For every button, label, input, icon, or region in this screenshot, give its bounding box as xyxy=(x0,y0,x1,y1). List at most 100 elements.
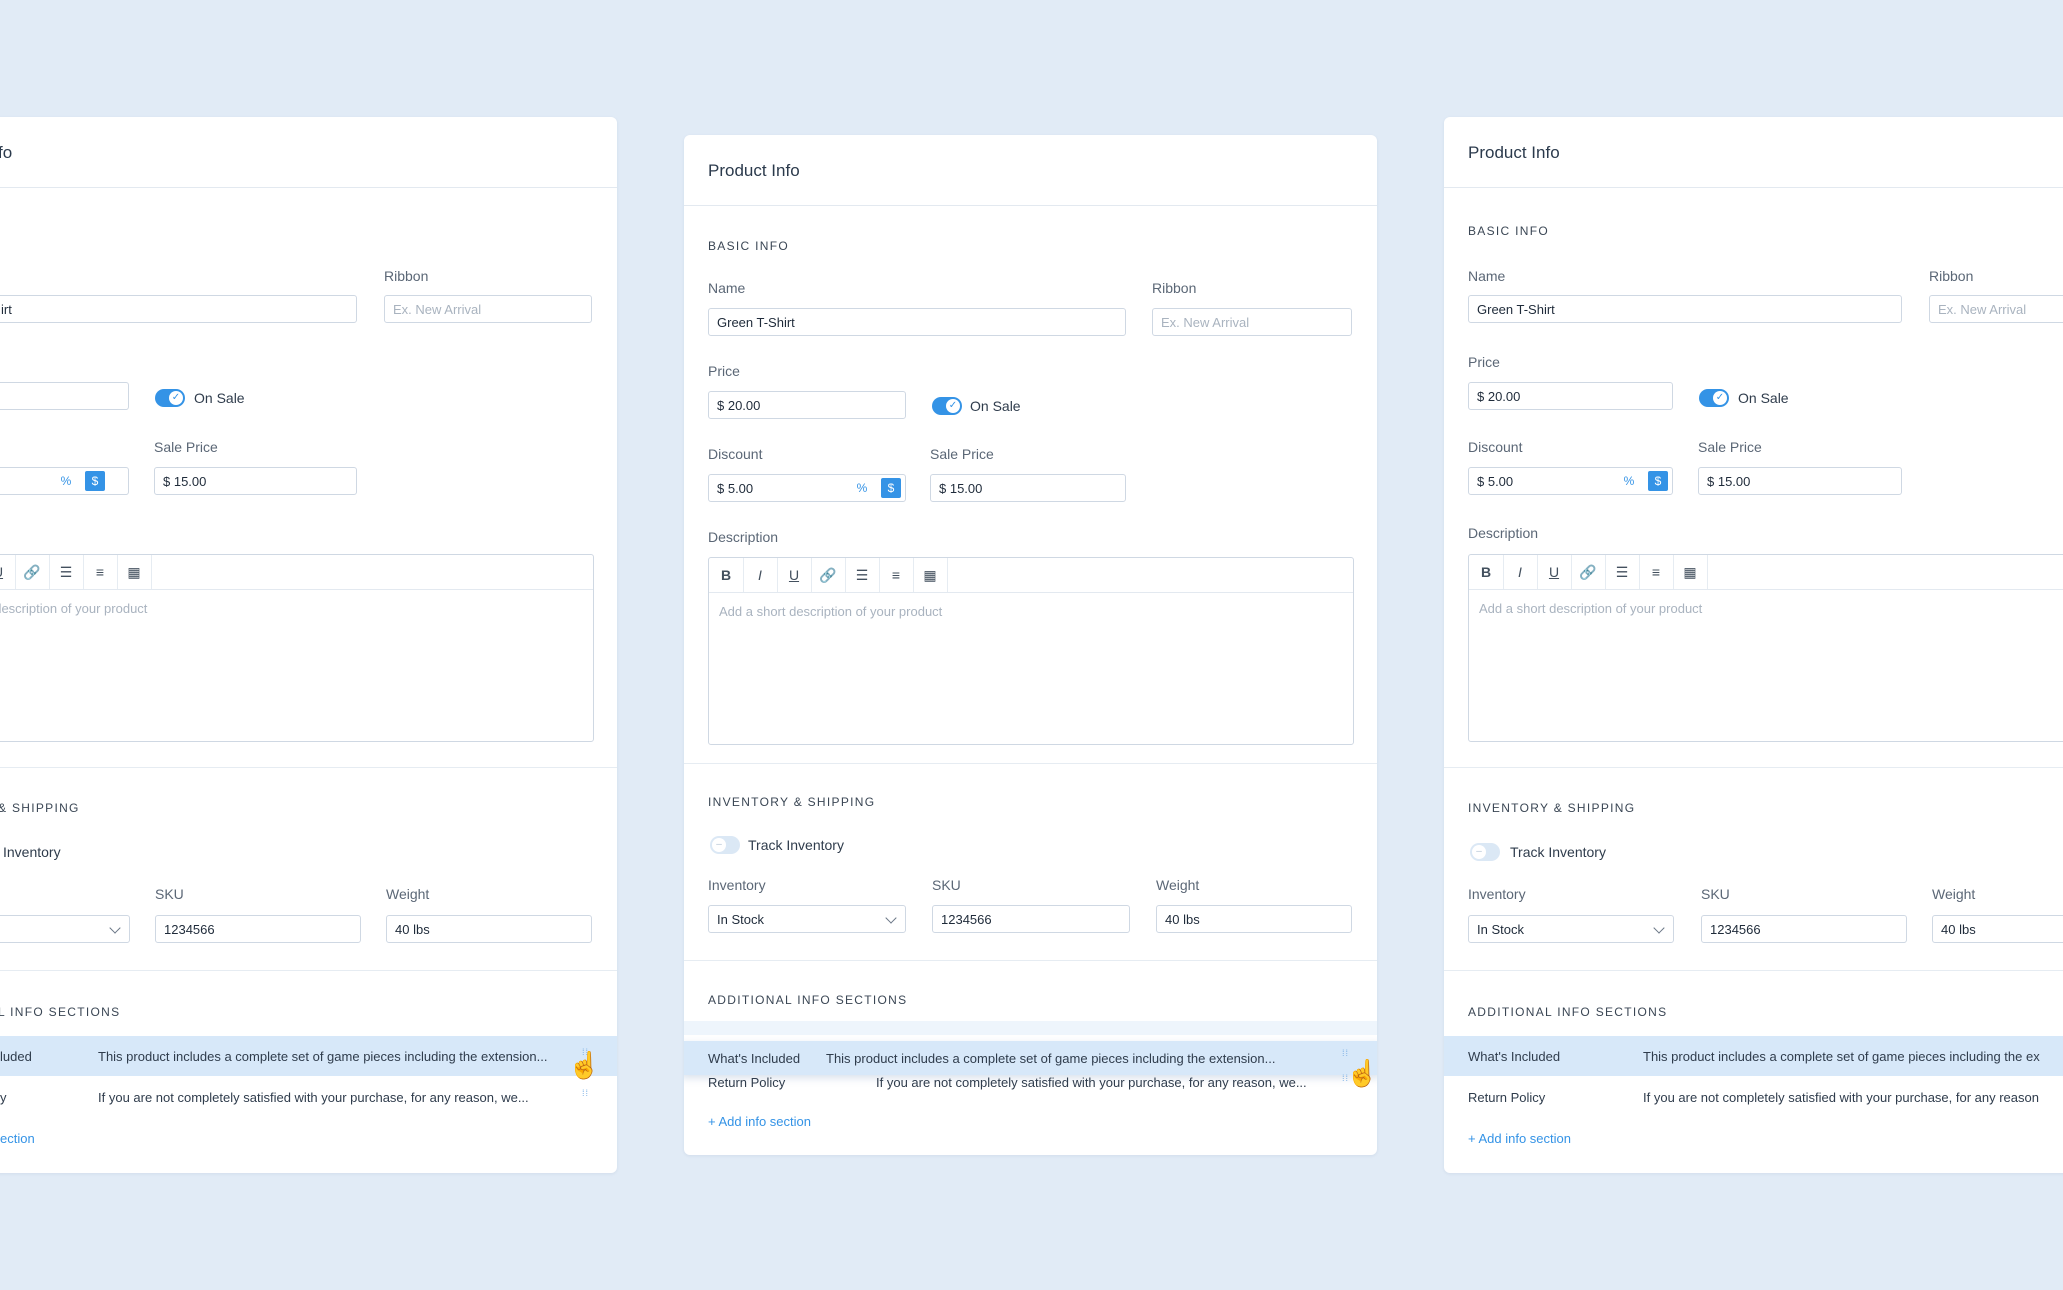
info-row-name: What's Included xyxy=(1468,1049,1561,1064)
discount-label: Discount xyxy=(708,446,763,462)
drag-placeholder-row xyxy=(684,1021,1377,1035)
table-button[interactable]: ▦ xyxy=(1673,555,1708,589)
link-button[interactable]: 🔗 xyxy=(811,558,846,592)
table-icon: ▦ xyxy=(923,567,937,583)
track-inventory-label: Inventory xyxy=(3,844,61,860)
weight-label: Weight xyxy=(1156,877,1200,893)
underline-button[interactable]: U xyxy=(0,555,16,589)
ribbon-label: Ribbon xyxy=(1152,280,1197,296)
card-title: Product Info xyxy=(1468,143,1560,162)
price-input[interactable]: $ 20.00 xyxy=(708,391,906,419)
description-label: Description xyxy=(708,529,779,545)
card-title: fo xyxy=(0,143,13,162)
info-row-name: Return Policy xyxy=(708,1075,786,1090)
on-sale-label: On Sale xyxy=(1738,390,1789,406)
bullet-list-button[interactable]: ☰ xyxy=(1605,555,1640,589)
numbered-list-button[interactable]: ≡ xyxy=(83,555,118,589)
dollar-unit-toggle[interactable]: $ xyxy=(881,478,901,498)
percent-unit-toggle[interactable]: % xyxy=(1616,468,1642,494)
bold-button[interactable]: B xyxy=(1469,555,1504,589)
info-row-desc: This product includes a complete set of … xyxy=(98,1049,548,1064)
name-label: Name xyxy=(1468,268,1506,284)
check-icon: ✓ xyxy=(169,391,183,405)
info-row-dragging[interactable]: What's Included This product includes a … xyxy=(684,1041,1377,1075)
description-placeholder: Add a short description of your product xyxy=(1479,601,1703,616)
underline-button[interactable]: U xyxy=(1537,555,1572,589)
underline-button[interactable]: U xyxy=(777,558,812,592)
sku-input[interactable]: 1234566 xyxy=(155,915,361,943)
track-inventory-toggle[interactable]: – xyxy=(1470,843,1500,861)
section-divider xyxy=(0,970,617,971)
on-sale-toggle[interactable]: ✓ xyxy=(932,397,962,415)
description-placeholder: t description of your product xyxy=(0,601,148,616)
inventory-select[interactable]: In Stock xyxy=(708,905,906,933)
percent-unit-toggle[interactable]: % xyxy=(53,468,79,494)
info-row-desc: If you are not completely satisfied with… xyxy=(1643,1090,2039,1105)
inventory-select[interactable]: In Stock xyxy=(1468,915,1674,943)
info-row[interactable]: Return Policy If you are not completely … xyxy=(1444,1077,2063,1117)
bold-button[interactable]: B xyxy=(709,558,744,592)
numbered-list-icon: ≡ xyxy=(1651,564,1661,580)
price-input[interactable]: $ 20.00 xyxy=(1468,382,1673,410)
description-label: Description xyxy=(1468,525,1539,541)
sale-price-input[interactable]: $ 15.00 xyxy=(154,467,357,495)
info-row-desc: This product includes a complete set of … xyxy=(826,1051,1276,1066)
weight-input[interactable]: 40 lbs xyxy=(1156,905,1352,933)
numbered-list-button[interactable]: ≡ xyxy=(879,558,914,592)
name-input[interactable]: irt xyxy=(0,295,357,323)
name-input[interactable]: Green T-Shirt xyxy=(1468,295,1902,323)
info-row[interactable]: Return Policy If you are not completely … xyxy=(684,1071,1377,1099)
card-title: Product Info xyxy=(708,161,800,180)
drag-handle-icon[interactable]: ⁞⁞ xyxy=(582,1089,592,1103)
chevron-down-icon xyxy=(885,912,897,924)
link-button[interactable]: 🔗 xyxy=(1571,555,1606,589)
inventory-label: Inventory xyxy=(1468,886,1526,902)
link-button[interactable]: 🔗 xyxy=(15,555,50,589)
weight-input[interactable]: 40 lbs xyxy=(386,915,592,943)
product-info-card-left: fo Ribbon irt Ex. New Arrival ✓ On Sale … xyxy=(0,117,617,1173)
ribbon-input[interactable]: Ex. New Arrival xyxy=(384,295,592,323)
ribbon-input[interactable]: Ex. New Arrival xyxy=(1929,295,2063,323)
ribbon-label: Ribbon xyxy=(1929,268,1974,284)
price-label: Price xyxy=(1468,354,1500,370)
on-sale-toggle[interactable]: ✓ xyxy=(155,389,185,407)
sale-price-input[interactable]: $ 15.00 xyxy=(930,474,1126,502)
discount-input[interactable]: $ 5.00 % $ xyxy=(708,474,906,502)
dollar-unit-toggle[interactable]: $ xyxy=(85,471,105,491)
sale-price-input[interactable]: $ 15.00 xyxy=(1698,467,1902,495)
discount-input[interactable]: $ 5.00 % $ xyxy=(1468,467,1673,495)
track-inventory-toggle[interactable]: – xyxy=(710,836,740,854)
numbered-list-button[interactable]: ≡ xyxy=(1639,555,1674,589)
add-info-section-link[interactable]: + Add info section xyxy=(708,1114,811,1129)
discount-input[interactable]: % $ xyxy=(0,467,129,495)
inventory-label: Inventory xyxy=(708,877,766,893)
info-row[interactable]: y If you are not completely satisfied wi… xyxy=(0,1077,617,1117)
inventory-section-title: INVENTORY & SHIPPING xyxy=(1468,801,1636,815)
percent-unit-toggle[interactable]: % xyxy=(849,475,875,501)
dollar-unit-toggle[interactable]: $ xyxy=(1648,471,1668,491)
bullet-list-button[interactable]: ☰ xyxy=(845,558,880,592)
sku-input[interactable]: 1234566 xyxy=(932,905,1130,933)
ribbon-input[interactable]: Ex. New Arrival xyxy=(1152,308,1352,336)
weight-input[interactable]: 40 lbs xyxy=(1932,915,2063,943)
inventory-select[interactable] xyxy=(0,915,130,943)
italic-button[interactable]: I xyxy=(1503,555,1538,589)
add-info-section-link[interactable]: + Add info section xyxy=(1468,1131,1571,1146)
name-input[interactable]: Green T-Shirt xyxy=(708,308,1126,336)
info-row[interactable]: luded This product includes a complete s… xyxy=(0,1036,617,1076)
table-button[interactable]: ▦ xyxy=(913,558,948,592)
inventory-section-title: & SHIPPING xyxy=(0,801,80,815)
table-button[interactable]: ▦ xyxy=(117,555,152,589)
description-editor[interactable]: U 🔗 ☰ ≡ ▦ t description of your product xyxy=(0,554,594,742)
price-input[interactable] xyxy=(0,382,129,410)
italic-button[interactable]: I xyxy=(743,558,778,592)
card-header: Product Info xyxy=(1444,117,2063,188)
add-info-section-link[interactable]: ection xyxy=(0,1131,35,1146)
bullet-list-button[interactable]: ☰ xyxy=(49,555,84,589)
on-sale-toggle[interactable]: ✓ xyxy=(1699,389,1729,407)
sku-input[interactable]: 1234566 xyxy=(1701,915,1907,943)
info-row[interactable]: What's Included This product includes a … xyxy=(1444,1036,2063,1076)
editor-toolbar: U 🔗 ☰ ≡ ▦ xyxy=(0,555,593,590)
description-editor[interactable]: B I U 🔗 ☰ ≡ ▦ Add a short description of… xyxy=(708,557,1354,745)
description-editor[interactable]: B I U 🔗 ☰ ≡ ▦ Add a short description of… xyxy=(1468,554,2063,742)
